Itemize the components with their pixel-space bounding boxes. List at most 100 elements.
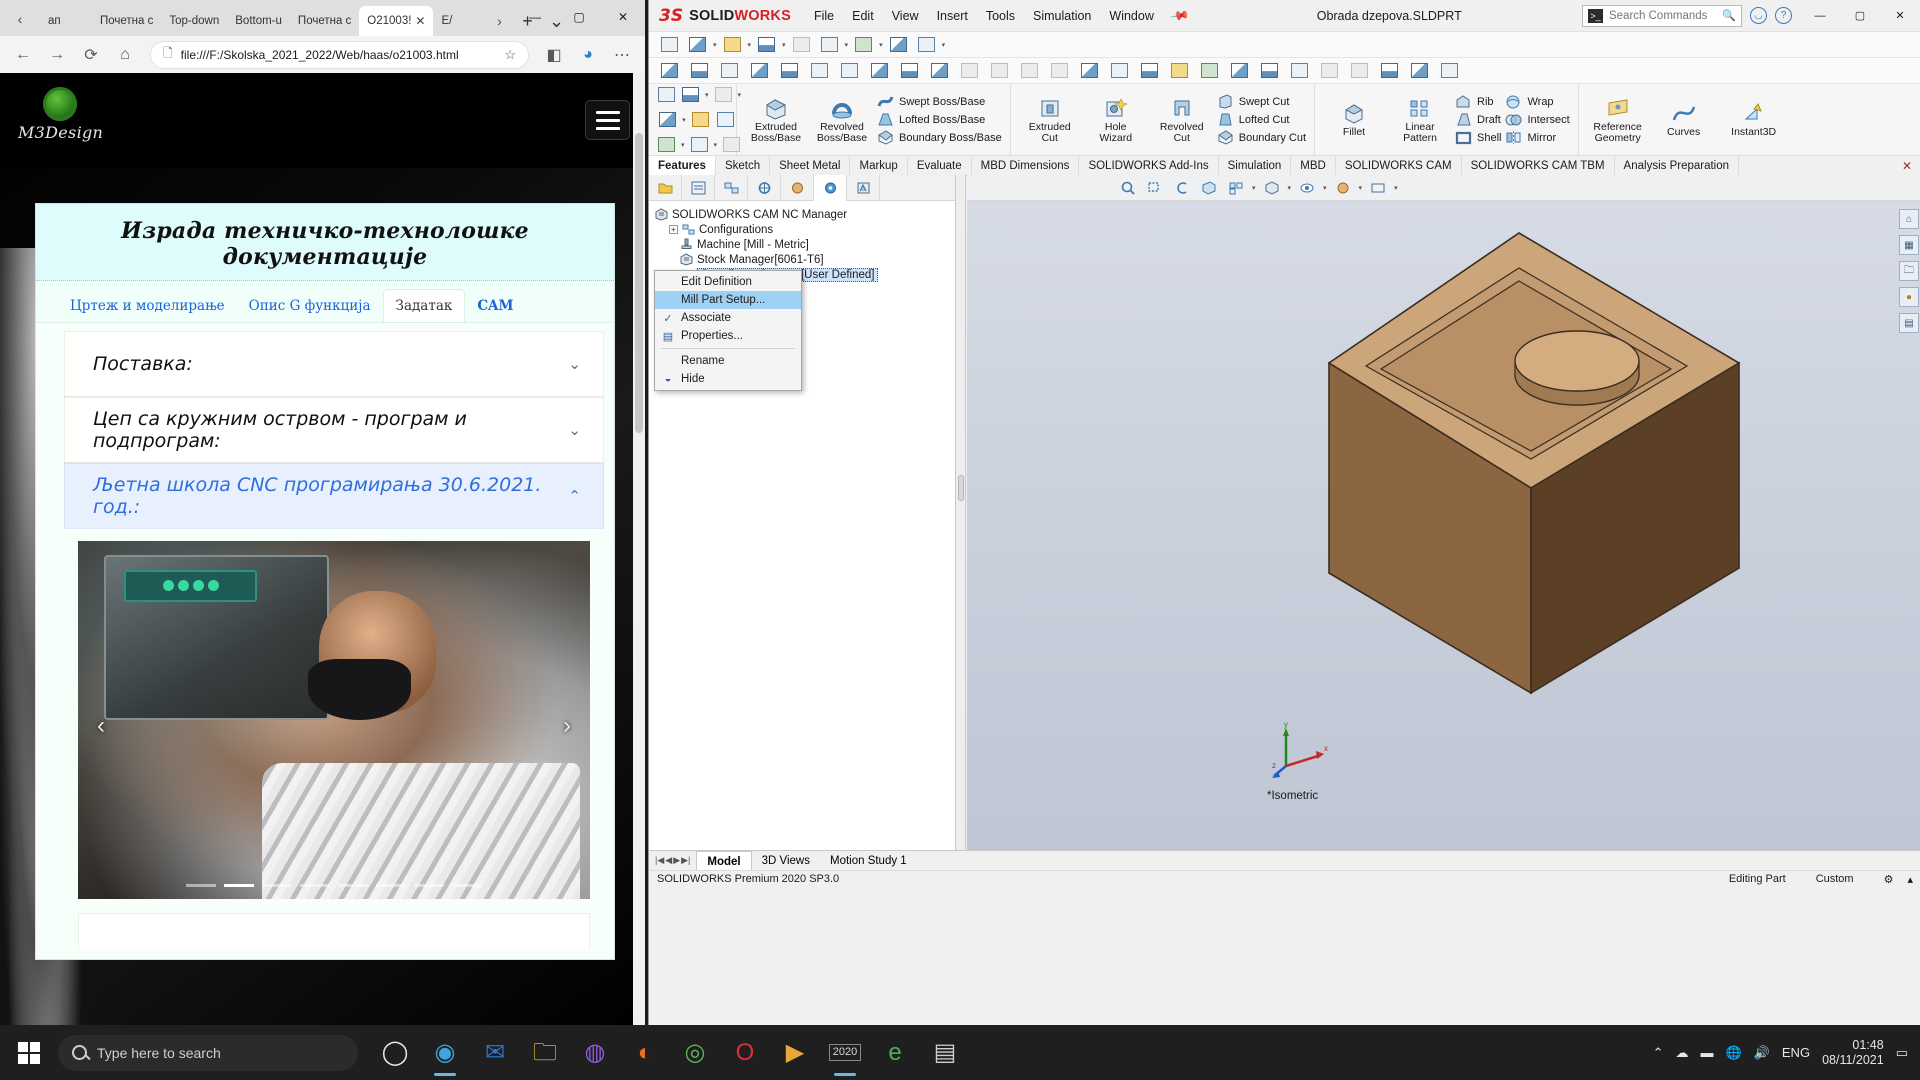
carousel-dot[interactable] xyxy=(414,884,444,887)
ribbon-tab-mbd-dimensions[interactable]: MBD Dimensions xyxy=(972,156,1080,175)
boundary-cut-button[interactable]: Boundary Cut xyxy=(1217,130,1306,145)
tree-item-machine[interactable]: Machine [Mill - Metric] xyxy=(655,237,955,252)
carousel-dot[interactable] xyxy=(376,884,406,887)
chevron-down-icon[interactable]: ▾ xyxy=(1394,184,1398,192)
rib-button[interactable]: Rib xyxy=(1455,94,1501,109)
tab-opis-g-funkcija[interactable]: Опис G функција xyxy=(237,290,383,322)
options-icon[interactable] xyxy=(914,34,939,56)
carousel-prev-icon[interactable]: ‹ xyxy=(86,706,116,746)
menu-tools[interactable]: Tools xyxy=(977,0,1024,32)
ribbon-rebuild-icon[interactable] xyxy=(691,109,711,131)
tab-nav-arrows[interactable]: |◀ ◀ ▶ ▶| xyxy=(649,855,696,866)
browser-tab-6[interactable]: Е/ xyxy=(433,6,485,36)
ribbon-home-icon[interactable] xyxy=(657,84,676,106)
browser-tab-5-active[interactable]: O21003! ✕ xyxy=(359,6,434,36)
chevron-down-icon[interactable]: ▾ xyxy=(879,41,883,49)
ribbon-export-icon[interactable] xyxy=(657,134,676,156)
collections-icon[interactable]: ◧ xyxy=(539,40,569,70)
lofted-cut-button[interactable]: Lofted Cut xyxy=(1217,112,1306,127)
cam-generate-operations-icon[interactable] xyxy=(717,60,742,82)
chart-icon[interactable] xyxy=(1137,60,1162,82)
accordion-cep-sa-kruznim-ostrvom[interactable]: Цеп са кружним острвом - програм и подпр… xyxy=(64,397,604,463)
menu-item-edit-definition[interactable]: Edit Definition xyxy=(655,273,801,291)
cam-post-process-icon[interactable] xyxy=(867,60,892,82)
search-icon[interactable]: 🔍 xyxy=(1722,9,1736,22)
onedrive-icon[interactable]: ☁ xyxy=(1676,1045,1689,1061)
appearances-icon[interactable]: ● xyxy=(1899,287,1919,307)
property-manager-icon[interactable] xyxy=(682,174,715,201)
swept-boss-base-button[interactable]: Swept Boss/Base xyxy=(877,94,1002,109)
carousel-next-icon[interactable]: › xyxy=(552,706,582,746)
edge-icon[interactable]: ◉ xyxy=(422,1028,468,1078)
cam-simulate-toolpath-icon[interactable] xyxy=(777,60,802,82)
profile-icon[interactable]: ◕ xyxy=(573,40,603,70)
menu-item-mill-part-setup[interactable]: Mill Part Setup... xyxy=(655,291,801,309)
cam-g1-icon[interactable] xyxy=(807,60,832,82)
chart-edit-icon[interactable] xyxy=(1167,60,1192,82)
cam-generate-toolpath-icon[interactable] xyxy=(747,60,772,82)
curves-button[interactable]: Curves xyxy=(1653,101,1715,138)
section-view-icon[interactable] xyxy=(1198,178,1220,198)
home-icon[interactable]: ⌂ xyxy=(110,40,140,70)
tab-close-icon[interactable]: ✕ xyxy=(415,14,425,28)
mirror-button[interactable]: Mirror xyxy=(1505,130,1569,145)
forward-icon[interactable]: → xyxy=(42,40,72,70)
appearances-icon[interactable] xyxy=(1332,178,1354,198)
hole-wizard-button[interactable]: Hole Wizard xyxy=(1085,96,1147,144)
cam-extract-features-icon[interactable] xyxy=(687,60,712,82)
reload-icon[interactable]: ⟳ xyxy=(76,40,106,70)
tree-item-stock-manager[interactable]: Stock Manager[6061-T6] xyxy=(655,252,955,267)
carousel-dot-active[interactable] xyxy=(224,884,254,887)
lofted-boss-base-button[interactable]: Lofted Boss/Base xyxy=(877,112,1002,127)
tab-crtez-modeliranje[interactable]: Цртеж и моделирање xyxy=(58,290,237,322)
menu-view[interactable]: View xyxy=(883,0,928,32)
document-icon[interactable]: ▤ xyxy=(922,1028,968,1078)
ribbon-new-icon[interactable] xyxy=(657,109,677,131)
chevron-up-icon[interactable]: ⌃ xyxy=(568,487,581,505)
back-icon[interactable]: ← xyxy=(8,40,38,70)
browser-tab-3[interactable]: Bottom-u xyxy=(227,6,290,36)
display-pane-icon[interactable]: 🗀 xyxy=(1899,261,1919,281)
chevron-down-icon[interactable]: ▾ xyxy=(845,41,849,49)
zoom-area-icon[interactable] xyxy=(1144,178,1166,198)
ribbon-tab-sheet-metal[interactable]: Sheet Metal xyxy=(770,156,851,175)
intersect-button[interactable]: Intersect xyxy=(1505,112,1570,127)
chevron-down-icon[interactable]: ▾ xyxy=(1359,184,1363,192)
swept-cut-button[interactable]: Swept Cut xyxy=(1217,94,1306,109)
print-icon[interactable] xyxy=(789,34,814,56)
chevron-down-icon[interactable]: ▾ xyxy=(714,141,718,149)
chrome-icon[interactable]: ◎ xyxy=(672,1028,718,1078)
hamburger-menu-icon[interactable] xyxy=(585,100,630,140)
menu-item-properties[interactable]: ▤ Properties... xyxy=(655,327,801,345)
status-expand-icon[interactable]: ▴ xyxy=(1893,873,1913,886)
carousel-dot[interactable] xyxy=(186,884,216,887)
splitter-grip[interactable] xyxy=(958,475,964,501)
menu-window[interactable]: Window xyxy=(1100,0,1162,32)
section-icon[interactable] xyxy=(1257,60,1282,82)
wrap-button[interactable]: Wrap xyxy=(1505,94,1569,109)
ribbon-tab-analysis-preparation[interactable]: Analysis Preparation xyxy=(1615,156,1740,175)
save-icon[interactable] xyxy=(754,34,779,56)
tab-scroll-left-icon[interactable]: ‹ xyxy=(8,8,32,30)
shell-button[interactable]: Shell xyxy=(1455,130,1501,145)
tree-item-configurations[interactable]: + Configurations xyxy=(655,222,955,237)
tray-expand-icon[interactable]: ⌃ xyxy=(1653,1045,1664,1061)
browser-tab-4[interactable]: Почетна с xyxy=(290,6,359,36)
zoom-to-fit-icon[interactable] xyxy=(1117,178,1139,198)
boundary-boss-base-button[interactable]: Boundary Boss/Base xyxy=(877,130,1002,145)
extruded-cut-button[interactable]: Extruded Cut xyxy=(1019,96,1081,144)
address-bar[interactable]: 🗋 file:///F:/Skolska_2021_2022/Web/haas/… xyxy=(150,40,529,69)
panel-splitter[interactable] xyxy=(956,175,966,850)
extruded-boss-base-button[interactable]: Extruded Boss/Base xyxy=(745,96,807,144)
cam-list-icon[interactable] xyxy=(1047,60,1072,82)
mail-icon[interactable]: ✉ xyxy=(472,1028,518,1078)
chevron-down-icon[interactable]: ▾ xyxy=(1323,184,1327,192)
opera-icon[interactable]: O xyxy=(722,1028,768,1078)
image-carousel[interactable]: ‹ › xyxy=(78,541,590,899)
tbm-icon[interactable] xyxy=(1077,60,1102,82)
media-player-icon[interactable]: ▶ xyxy=(772,1028,818,1078)
cam-tool-crib-icon[interactable] xyxy=(1017,60,1042,82)
tree-root-item[interactable]: SOLIDWORKS CAM NC Manager xyxy=(655,207,955,222)
favorite-icon[interactable]: ☆ xyxy=(504,47,516,63)
undo-icon[interactable] xyxy=(817,34,842,56)
